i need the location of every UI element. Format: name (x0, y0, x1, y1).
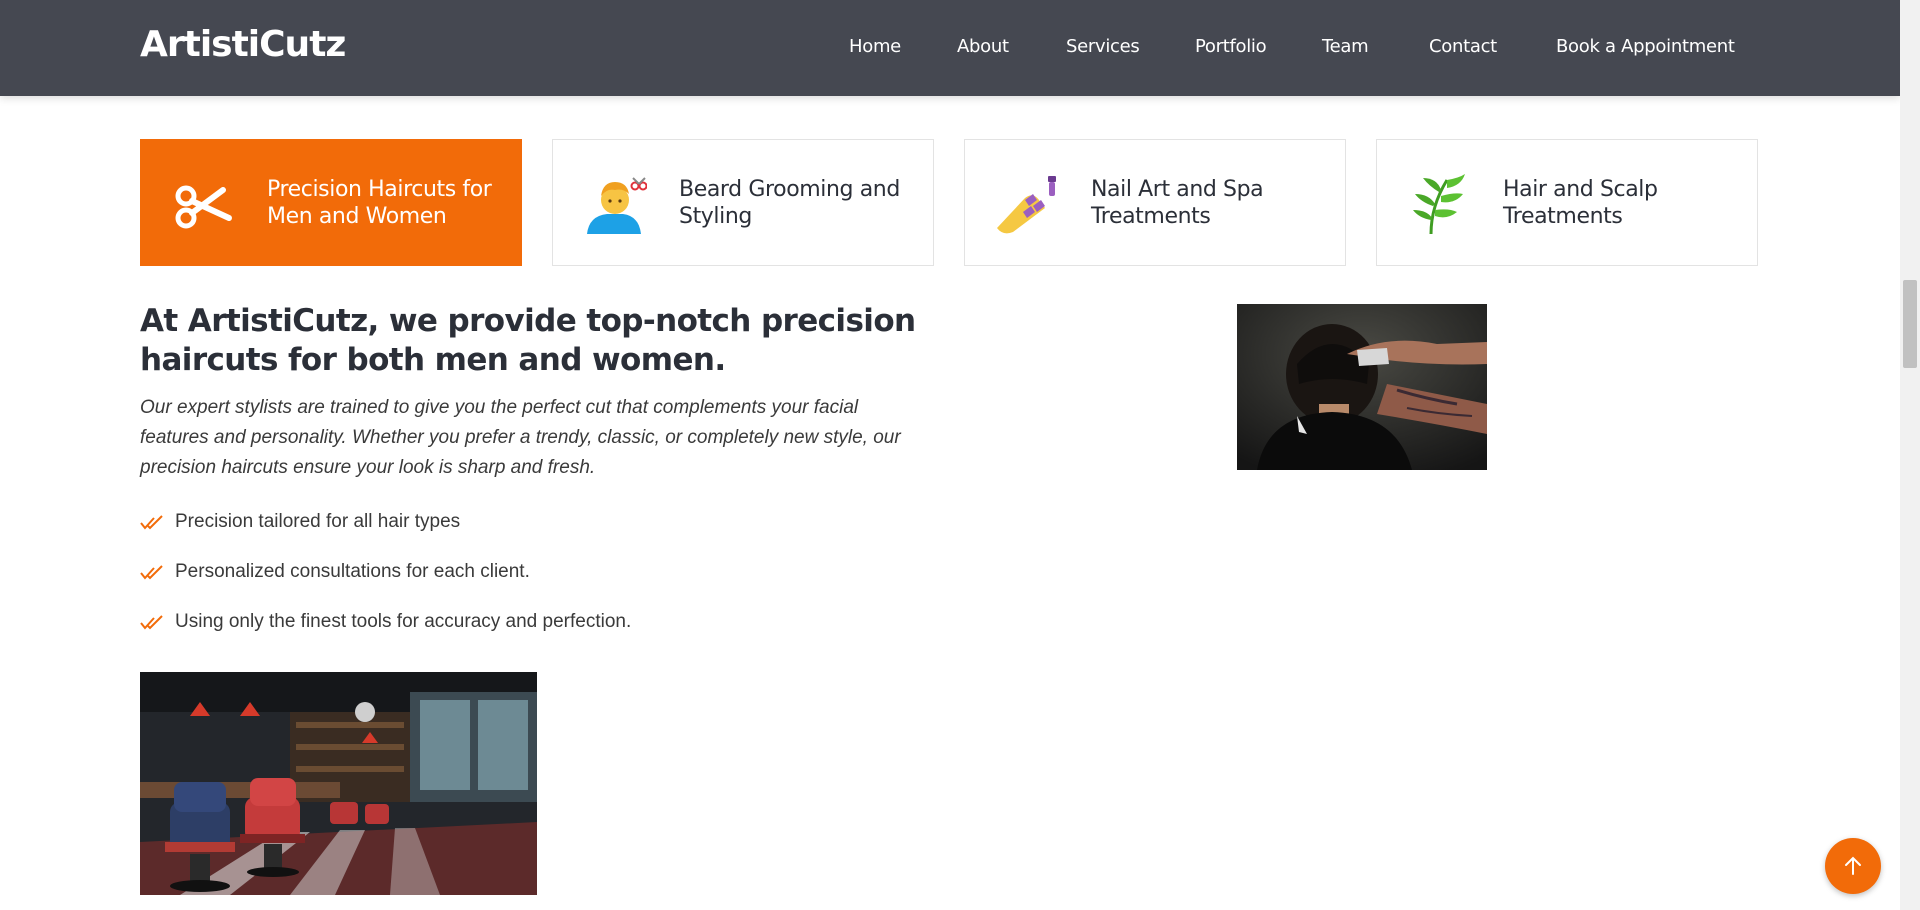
nav-portfolio[interactable]: Portfolio (1195, 36, 1267, 57)
back-to-top-button[interactable] (1825, 838, 1881, 894)
tab-beard-grooming[interactable]: Beard Grooming and Styling (552, 139, 934, 266)
nav-services[interactable]: Services (1066, 36, 1140, 57)
nav-contact[interactable]: Contact (1429, 36, 1497, 57)
nav-team[interactable]: Team (1322, 36, 1369, 57)
tab-label: Nail Art and Spa Treatments (1091, 177, 1264, 229)
double-check-icon (140, 612, 164, 630)
page-scrollbar[interactable] (1900, 0, 1920, 910)
double-check-icon (140, 562, 164, 580)
double-check-icon (140, 512, 164, 530)
feature-list: Precision tailored for all hair types Pe… (140, 506, 631, 656)
nav-book-appointment[interactable]: Book a Appointment (1556, 36, 1735, 57)
tab-label: Hair and Scalp Treatments (1503, 177, 1658, 229)
section-headline: At ArtistiCutz, we provide top-notch pre… (140, 303, 916, 378)
list-item: Using only the finest tools for accuracy… (140, 606, 631, 656)
feature-text: Personalized consultations for each clie… (175, 561, 530, 582)
arrow-up-icon (1845, 856, 1861, 875)
herb-leaf-icon (1407, 172, 1471, 236)
scrollbar-thumb[interactable] (1903, 280, 1917, 368)
scissors-icon (171, 172, 235, 236)
nav-home[interactable]: Home (849, 36, 901, 57)
nav-about[interactable]: About (957, 36, 1009, 57)
feature-text: Precision tailored for all hair types (175, 511, 461, 532)
list-item: Personalized consultations for each clie… (140, 556, 631, 606)
tab-precision-haircuts[interactable]: Precision Haircuts for Men and Women (140, 139, 522, 266)
barber-clipper-photo (1237, 304, 1487, 470)
feature-text: Using only the finest tools for accuracy… (175, 611, 632, 632)
tab-nail-art-spa[interactable]: Nail Art and Spa Treatments (964, 139, 1346, 266)
main-nav: Home About Services Portfolio Team Conta… (0, 0, 1900, 96)
barbershop-interior-photo (140, 672, 537, 895)
site-header: ArtistiCutz Home About Services Portfoli… (0, 0, 1900, 96)
tab-hair-scalp[interactable]: Hair and Scalp Treatments (1376, 139, 1758, 266)
section-lead: Our expert stylists are trained to give … (140, 397, 901, 478)
list-item: Precision tailored for all hair types (140, 506, 631, 556)
tab-label: Precision Haircuts for Men and Women (267, 177, 492, 229)
nail-polish-icon (995, 172, 1059, 236)
tab-label: Beard Grooming and Styling (679, 177, 900, 229)
haircut-person-icon (583, 172, 648, 236)
